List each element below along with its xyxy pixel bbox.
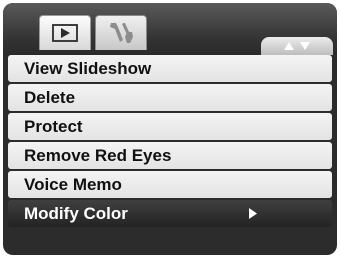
menu-item-protect[interactable]: Protect [8,113,332,140]
triangle-down-icon [300,42,310,50]
menu-item-view-slideshow[interactable]: View Slideshow [8,55,332,82]
tab-settings[interactable] [95,15,147,50]
camera-menu-screen: View Slideshow Delete Protect Remove Red… [3,3,337,255]
menu-item-label: Protect [24,116,83,136]
menu-item-remove-red-eyes[interactable]: Remove Red Eyes [8,142,332,169]
menu-item-modify-color[interactable]: Modify Color [8,200,332,227]
menu-item-label: Remove Red Eyes [24,145,172,165]
menu-item-label: Voice Memo [24,174,122,194]
wrench-screwdriver-icon [110,22,133,43]
menu-item-delete[interactable]: Delete [8,84,332,111]
page-indicator[interactable] [261,37,333,55]
menu-item-label: Modify Color [24,203,128,223]
menu-item-voice-memo[interactable]: Voice Memo [8,171,332,198]
triangle-up-icon [284,42,294,50]
playback-menu: View Slideshow Delete Protect Remove Red… [8,55,332,229]
menu-item-label: Delete [24,87,76,107]
menu-header [3,3,337,55]
tab-playback[interactable] [39,15,91,50]
triangle-right-icon [249,208,257,219]
menu-item-label: View Slideshow [24,58,152,78]
play-icon [52,24,78,42]
